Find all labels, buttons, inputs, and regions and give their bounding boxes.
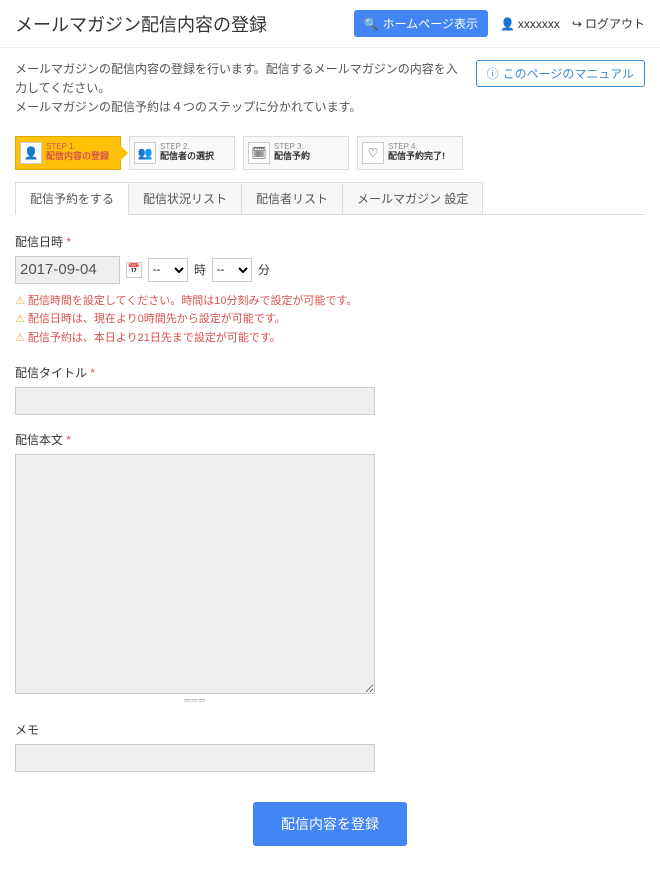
step-1-label: 配信内容の登録 (46, 152, 109, 162)
required-mark: * (66, 433, 71, 447)
body-label-text: 配信本文 (15, 433, 63, 447)
tab-status-list[interactable]: 配信状況リスト (128, 182, 242, 215)
minute-select[interactable]: -- (212, 258, 252, 282)
title-label-text: 配信タイトル (15, 366, 87, 380)
calendar-icon[interactable]: 📅 (126, 262, 142, 278)
user-info: 👤 xxxxxxx (500, 17, 560, 31)
title-input[interactable] (15, 387, 375, 415)
step-2: 👥 STEP 2. 配信者の選択 (129, 136, 235, 170)
tab-reserve[interactable]: 配信予約をする (15, 182, 129, 215)
step-4-icon: ♡ (362, 142, 384, 164)
logout-icon: ↪ (572, 17, 582, 31)
warning-1: ⚠配信時間を設定してください。時間は10分刻みで設定が可能です。 (15, 292, 375, 311)
body-textarea[interactable] (15, 454, 375, 694)
step-3-icon: 🗓 (248, 142, 270, 164)
step-1-icon: 👤 (20, 142, 42, 164)
manual-button-label: このページのマニュアル (503, 65, 634, 82)
date-label-text: 配信日時 (15, 235, 63, 249)
body-label: 配信本文 * (15, 431, 375, 448)
username: xxxxxxx (518, 17, 560, 31)
hour-select[interactable]: -- (148, 258, 188, 282)
logout-link[interactable]: ↪ ログアウト (572, 15, 645, 32)
warning-3: ⚠配信予約は、本日より21日先まで設定が可能です。 (15, 329, 375, 348)
warning-2: ⚠配信日時は、現在より0時間先から設定が可能です。 (15, 310, 375, 329)
description-line1: メールマガジンの配信内容の登録を行います。配信するメールマガジンの内容を入力して… (15, 62, 458, 95)
date-input[interactable] (15, 256, 120, 284)
homepage-button-label: ホームページ表示 (383, 15, 478, 32)
tab-settings[interactable]: メールマガジン 設定 (342, 182, 483, 215)
warning-icon: ⚠ (15, 329, 25, 348)
required-mark: * (90, 366, 95, 380)
warning-icon: ⚠ (15, 292, 25, 311)
resize-handle-icon[interactable]: ═══ (15, 695, 375, 705)
homepage-button[interactable]: 🔍 ホームページ表示 (354, 10, 488, 37)
submit-button[interactable]: 配信内容を登録 (253, 802, 407, 846)
step-indicator: 👤 STEP 1. 配信内容の登録 👥 STEP 2. 配信者の選択 🗓 STE… (15, 136, 645, 170)
description-text: メールマガジンの配信内容の登録を行います。配信するメールマガジンの内容を入力して… (15, 60, 466, 118)
logout-label: ログアウト (585, 15, 645, 32)
date-label: 配信日時 * (15, 233, 375, 250)
memo-label: メモ (15, 721, 375, 738)
step-4-label: 配信予約完了! (388, 152, 445, 162)
tab-recipient-list[interactable]: 配信者リスト (241, 182, 343, 215)
required-mark: * (66, 235, 71, 249)
hour-suffix: 時 (194, 261, 206, 278)
step-2-icon: 👥 (134, 142, 156, 164)
memo-input[interactable] (15, 744, 375, 772)
warning-icon: ⚠ (15, 310, 25, 329)
user-icon: 👤 (500, 17, 515, 31)
description-line2: メールマガジンの配信予約は４つのステップに分かれています。 (15, 100, 361, 114)
page-title: メールマガジン配信内容の登録 (15, 11, 267, 37)
step-3-label: 配信予約 (274, 152, 310, 162)
step-2-label: 配信者の選択 (160, 152, 214, 162)
step-3: 🗓 STEP 3. 配信予約 (243, 136, 349, 170)
step-4: ♡ STEP 4. 配信予約完了! (357, 136, 463, 170)
warning-2-text: 配信日時は、現在より0時間先から設定が可能です。 (28, 310, 286, 329)
warning-3-text: 配信予約は、本日より21日先まで設定が可能です。 (28, 329, 281, 348)
title-label: 配信タイトル * (15, 364, 375, 381)
minute-suffix: 分 (258, 261, 270, 278)
manual-button[interactable]: ⓘ このページのマニュアル (476, 60, 645, 87)
step-1: 👤 STEP 1. 配信内容の登録 (15, 136, 121, 170)
tab-bar: 配信予約をする 配信状況リスト 配信者リスト メールマガジン 設定 (15, 182, 645, 215)
info-icon: ⓘ (487, 65, 499, 82)
warning-1-text: 配信時間を設定してください。時間は10分刻みで設定が可能です。 (28, 292, 357, 311)
search-icon: 🔍 (364, 17, 379, 31)
